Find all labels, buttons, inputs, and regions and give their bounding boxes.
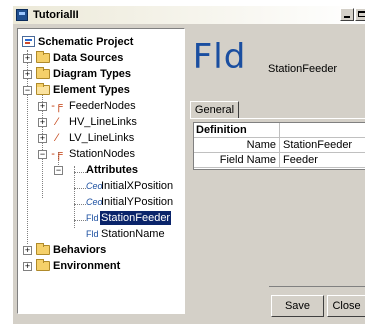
schematic-icon [22,36,36,48]
folder-icon [36,51,50,63]
open-folder-icon [36,83,50,95]
tree-item-label: InitialXPosition [101,180,174,192]
tree-item-label: Element Types [53,84,130,96]
property-row[interactable]: Field Name Feeder [194,153,365,168]
collapse-icon[interactable]: − [54,166,63,175]
property-section-header: Definition [194,123,365,138]
folder-icon [36,243,50,255]
link-type-icon: ⁄ [56,132,58,144]
maximize-button[interactable] [355,8,365,21]
tree-item-lv-linelinks[interactable]: + ⁄ LV_LineLinks [18,131,184,145]
detail-title: StationFeeder [268,63,338,75]
tree-item-diagram-types[interactable]: + Diagram Types [18,67,184,81]
tab-general[interactable]: General [190,101,239,119]
tree-item-element-types[interactable]: − Element Types [18,83,184,97]
tree-item-label: Environment [53,260,121,272]
tree-item-label: StationFeeder [100,211,172,225]
tree-item-label: Attributes [86,164,138,176]
property-key: Name [194,138,280,152]
property-value[interactable]: Feeder [283,153,318,167]
collapse-icon[interactable]: − [23,86,32,95]
close-button[interactable]: Close [327,295,365,317]
tree-item-label: InitialYPosition [101,196,174,208]
tree-item-label: Data Sources [53,52,124,64]
node-type-icon: -╒ [51,148,63,160]
tree-item-label: Schematic Project [38,36,134,48]
expand-icon[interactable]: + [23,262,32,271]
tree-item-label: Diagram Types [53,68,132,80]
node-type-icon: -╒ [51,100,63,112]
expand-icon[interactable]: + [38,134,47,143]
save-button[interactable]: Save [271,295,324,317]
tree-item-attribute[interactable]: Fld StationName [18,227,184,241]
folder-icon [36,259,50,271]
tree-item-data-sources[interactable]: + Data Sources [18,51,184,65]
tree-item-root[interactable]: Schematic Project [18,35,184,49]
tree-item-label: FeederNodes [69,100,136,112]
tree-item-label: StationNodes [69,148,136,160]
app-icon [16,9,28,21]
property-grid[interactable]: Definition Name StationFeeder Field Name… [193,122,365,170]
minimize-button[interactable] [340,8,354,21]
collapse-icon[interactable]: − [38,150,47,159]
title-bar[interactable]: TutorialII [13,6,365,24]
property-key: Field Name [194,153,280,167]
tree-item-environment[interactable]: + Environment [18,259,184,273]
property-value[interactable]: StationFeeder [283,138,352,152]
link-type-icon: ⁄ [56,116,58,128]
tree-item-behaviors[interactable]: + Behaviors [18,243,184,257]
tree-item-stationnodes[interactable]: − -╒ StationNodes [18,147,184,161]
tree-item-hv-linelinks[interactable]: + ⁄ HV_LineLinks [18,115,184,129]
property-section-label: Definition [194,123,280,137]
expand-icon[interactable]: + [38,102,47,111]
tree-item-attribute-selected[interactable]: Fld StationFeeder [18,211,184,225]
schematic-tree[interactable]: Schematic Project + Data Sources + Diagr… [17,28,185,314]
expand-icon[interactable]: + [23,54,32,63]
divider [269,286,365,287]
tree-item-attribute[interactable]: Ceo InitialXPosition [18,179,184,193]
expand-icon[interactable]: + [23,246,32,255]
tree-item-attribute[interactable]: Ceo InitialYPosition [18,195,184,209]
tab-panel-border [190,118,365,121]
tree-item-feedernodes[interactable]: + -╒ FeederNodes [18,99,184,113]
property-row[interactable]: Name StationFeeder [194,138,365,153]
tree-item-label: Behaviors [53,244,107,256]
folder-icon [36,67,50,79]
tree-item-label: HV_LineLinks [69,116,137,128]
expand-icon[interactable]: + [38,118,47,127]
tutorial-window: TutorialII Schematic Project + Data Sour… [12,5,365,324]
detail-pane: Fld StationFeeder General Definition Nam… [190,28,365,318]
tree-item-label: StationName [101,228,165,240]
field-type-icon: Fld [192,37,247,77]
window-title: TutorialII [33,9,79,21]
tree-item-attributes[interactable]: − Attributes [18,163,184,177]
expand-icon[interactable]: + [23,70,32,79]
tree-item-label: LV_LineLinks [69,132,135,144]
